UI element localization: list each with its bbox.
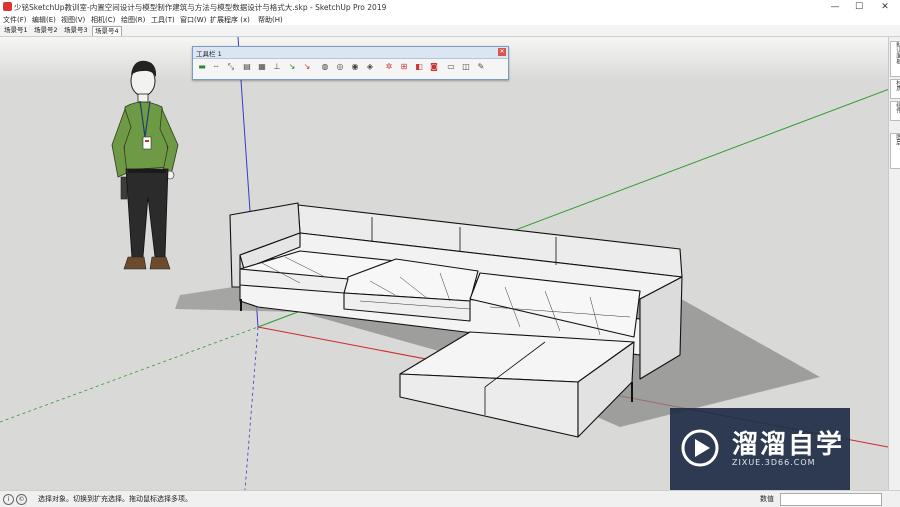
render-icon[interactable]: ◈ <box>365 61 375 73</box>
menu-tools[interactable]: 工具(T) <box>151 15 175 25</box>
camera-red-icon[interactable]: ◙ <box>429 61 439 73</box>
status-bar: i © 选择对象。切换到扩充选择。拖动鼠标选择多项。 数值 <box>0 490 900 507</box>
menu-draw[interactable]: 绘图(R) <box>121 15 145 25</box>
floating-toolbar[interactable]: 工具栏 1 ✕ ▬ ┄ ⤡ ▤ ▦ ⊥ ↘ ↘ ◍ ◎ ◉ ◈ ✲ ⊞ ◧ ◙ … <box>192 46 509 80</box>
measurements-input[interactable] <box>780 493 882 506</box>
tray-tab-components[interactable]: 组件 <box>890 101 900 121</box>
gear-icon[interactable]: ✲ <box>384 61 394 73</box>
scene-tab-3[interactable]: 场景号3 <box>62 26 90 35</box>
scene-tab-2[interactable]: 场景号2 <box>32 26 60 35</box>
folder-open-icon[interactable]: ◫ <box>461 61 471 73</box>
menu-edit[interactable]: 编辑(E) <box>32 15 56 25</box>
menu-help[interactable]: 帮助(H) <box>258 15 283 25</box>
credits-icon[interactable]: © <box>16 494 27 505</box>
scale-icon[interactable]: ⤡ <box>226 61 236 73</box>
pen-icon[interactable]: ✎ <box>476 61 486 73</box>
menu-file[interactable]: 文件(F) <box>3 15 27 25</box>
section-icon[interactable]: ▤ <box>242 61 252 73</box>
axis-icon[interactable]: ↘ <box>287 61 297 73</box>
sketchup-app-icon <box>3 2 12 11</box>
watermark-title: 溜溜自学 <box>732 430 845 460</box>
scene-tabs-bar: 场景号1 场景号2 场景号3 场景号4 <box>0 25 900 37</box>
menu-bar: 文件(F) 编辑(E) 视图(V) 相机(C) 绘图(R) 工具(T) 窗口(W… <box>0 14 900 25</box>
axes-alt-icon[interactable]: ↘ <box>302 61 312 73</box>
play-logo-icon <box>681 429 719 467</box>
toolbar-header[interactable]: 工具栏 1 ✕ <box>193 47 508 59</box>
menu-view[interactable]: 视图(V) <box>61 15 85 25</box>
status-message: 选择对象。切换到扩充选择。拖动鼠标选择多项。 <box>38 495 192 503</box>
folder-icon[interactable]: ▭ <box>446 61 456 73</box>
watermark-logo: 溜溜自学 ZIXUE.3D66.COM <box>670 408 850 492</box>
minimize-button[interactable]: — <box>822 0 848 14</box>
dash-icon[interactable]: ┄ <box>211 61 221 73</box>
tray-tab-default[interactable]: 默认面板 <box>890 41 900 77</box>
blue-axis-dotted <box>244 326 259 490</box>
watermark-url: ZIXUE.3D66.COM <box>732 458 816 467</box>
window-title: 少铭SketchUp教训室-内置空间设计与模型制作建筑与方法与模型数据设计与格式… <box>14 3 387 12</box>
sphere-alt-icon[interactable]: ◎ <box>335 61 345 73</box>
right-tray: 默认面板 材质 组件 图层 <box>888 37 900 490</box>
table-icon[interactable]: ▦ <box>257 61 267 73</box>
tray-tab-materials[interactable]: 材质 <box>890 79 900 99</box>
camera-icon[interactable]: ◉ <box>350 61 360 73</box>
close-button[interactable]: ✕ <box>872 0 898 14</box>
person-figure <box>111 60 179 270</box>
line-icon[interactable]: ▬ <box>197 61 207 73</box>
folder-red-icon[interactable]: ◧ <box>414 61 424 73</box>
scene-tab-4[interactable]: 场景号4 <box>92 26 122 36</box>
toolbar-title: 工具栏 1 <box>196 50 222 58</box>
tray-tab-layers[interactable]: 图层 <box>890 133 900 169</box>
menu-camera[interactable]: 相机(C) <box>91 15 115 25</box>
measurements-label: 数值 <box>760 495 774 503</box>
menu-window[interactable]: 窗口(W) <box>180 15 206 25</box>
title-bar: 少铭SketchUp教训室-内置空间设计与模型制作建筑与方法与模型数据设计与格式… <box>0 0 900 14</box>
maximize-button[interactable]: ☐ <box>846 0 872 14</box>
dimension-icon[interactable]: ⊥ <box>272 61 282 73</box>
scene-tab-1[interactable]: 场景号1 <box>2 26 30 35</box>
sphere-icon[interactable]: ◍ <box>320 61 330 73</box>
info-icon[interactable]: i <box>3 494 14 505</box>
green-axis-dotted <box>0 326 259 423</box>
grid-icon[interactable]: ⊞ <box>399 61 409 73</box>
toolbar-close-button[interactable]: ✕ <box>498 48 506 56</box>
menu-extensions[interactable]: 扩展程序 (x) <box>210 15 250 25</box>
